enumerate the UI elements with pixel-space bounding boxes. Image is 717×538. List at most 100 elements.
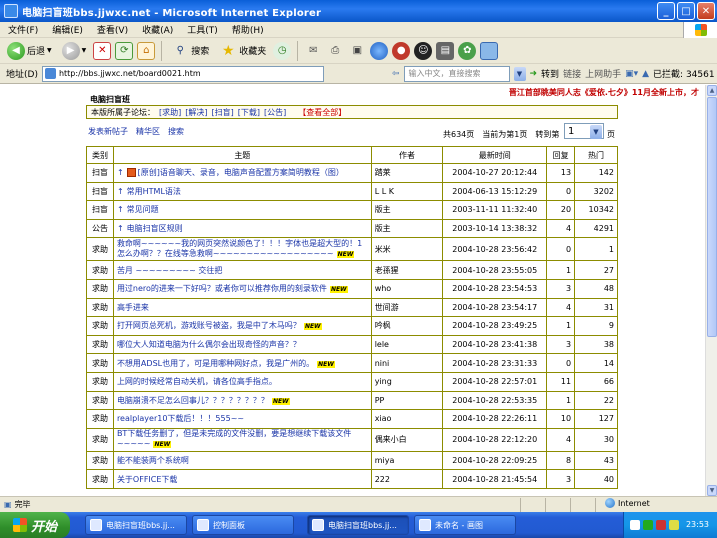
topic-author[interactable]: 偶来小白 [370,427,444,452]
subforum-link-basics[interactable]: [扫盲] [212,107,234,118]
calculator-icon[interactable]: ▤ [436,41,455,60]
topic-link[interactable]: 救命啊~~~~~~我的网页突然说颜色了！！！字体也是超大型的！1怎么办啊？？在线… [117,239,362,258]
helper-icon[interactable]: ▣▾ [625,69,638,79]
task-ie-2[interactable]: 电脑扫盲班bbs.jj... [307,515,409,535]
home-icon[interactable]: ⌂ [137,41,156,60]
chat-icon[interactable]: ✿ [458,41,477,60]
topic-author[interactable]: xiao [370,409,444,429]
menu-help[interactable]: 帮助(H) [232,23,264,36]
topic-author[interactable]: lele [370,334,444,355]
menu-favorites[interactable]: 收藏(A) [142,23,173,36]
task-paint[interactable]: 未命名 - 画图 [414,515,516,535]
marquee-text[interactable]: 晋江首部眺美同人志《爱依.七夕》11月全新上市，才 [509,87,699,98]
subforum-link-solved[interactable]: [解决] [185,107,207,118]
menu-edit[interactable]: 编辑(E) [52,23,83,36]
topic-link[interactable]: 苦月 ~~~~~~~~~ 交往把 [117,266,222,275]
chevron-down-icon[interactable]: ▼ [47,47,52,54]
scroll-down-icon[interactable]: ▼ [707,485,717,496]
topic-link[interactable]: 电脑崩溃不足怎么回事儿？？？？？？？？ [117,396,269,405]
topic-author[interactable]: L L K [370,181,444,202]
topic-type: 求助 [86,316,114,336]
address-url: http://bbs.jjwxc.net/board0021.htm [58,69,201,78]
menu-file[interactable]: 文件(F) [8,23,38,36]
helper-label[interactable]: 上网助手 [585,67,621,80]
search-hint-input[interactable]: 输入中文，直接搜索 [403,65,510,82]
tray-app-icon[interactable] [643,520,653,530]
refresh-icon[interactable]: ⟳ [115,41,134,60]
topic-author[interactable]: 世间游 [370,297,444,318]
topic-link[interactable]: 常用HTML语法 [127,187,181,196]
new-post-link[interactable]: 发表新帖子 [88,126,128,137]
topic-author[interactable]: 版主 [370,200,444,220]
digest-link[interactable]: 精华区 [136,126,160,137]
subforum-link-announce[interactable]: [公告] [264,107,286,118]
topic-author[interactable]: 222 [370,469,444,489]
topic-author[interactable]: ying [370,371,444,392]
topic-author[interactable]: 版主 [370,218,444,239]
media-icon[interactable]: ● [392,41,411,60]
messenger-icon[interactable] [370,41,389,60]
topic-link[interactable]: realplayer10下载后！！！555~~ [117,414,244,423]
subforum-link-download[interactable]: [下载] [238,107,260,118]
menu-tools[interactable]: 工具(T) [187,23,218,36]
topic-link[interactable]: 上网的时候经常自动关机，请各位高手指点。 [117,377,277,386]
topic-author[interactable]: 老孫猩 [370,260,444,280]
forward-button[interactable]: ▶ ▼ [59,40,90,62]
topic-title-cell: ↑ [原创]语音聊天、录音，电脑声音配置方案简明教程（图） [112,163,372,183]
qq-icon[interactable]: ☺ [414,41,433,60]
topic-author[interactable]: nini [370,353,444,373]
tray-volume-icon[interactable] [669,520,679,530]
search-link[interactable]: 搜索 [168,126,184,137]
tray-shield-icon[interactable] [656,520,666,530]
edit-icon[interactable]: ▣ [348,42,366,60]
clock[interactable]: 23:53 [686,520,709,529]
minimize-button[interactable]: _ [657,2,675,20]
vertical-scrollbar[interactable]: ▲ ▼ [705,85,717,496]
go-button[interactable]: 转到 [541,67,559,80]
topic-author[interactable]: 米米 [370,237,444,262]
menu-view[interactable]: 查看(V) [97,23,128,36]
topic-link[interactable]: 能不能装两个系统啊 [117,456,189,465]
links-label[interactable]: 链接 [563,67,581,80]
topic-link[interactable]: 高手进来 [117,303,149,312]
search-button[interactable]: ⚲ 搜索 [168,40,212,62]
chevron-down-icon[interactable]: ▼ [513,66,526,81]
topic-author[interactable]: 吟枫 [370,316,444,336]
topic-link[interactable]: 哪位大人知道电脑为什么偶尔会出现奇怪的声音？？ [117,340,301,349]
close-button[interactable]: ✕ [697,2,715,20]
window-icon[interactable] [480,41,499,60]
task-ie-1[interactable]: 电脑扫盲班bbs.jj... [85,515,187,535]
mail-icon[interactable]: ✉ [304,42,322,60]
chevron-down-icon[interactable]: ▼ [82,47,87,54]
topic-link[interactable]: 打开网页总死机，游戏账号被盗，我是中了木马吗？ [117,321,301,330]
stop-icon[interactable]: ✕ [93,41,112,60]
topic-link[interactable]: [原创]语音聊天、录音，电脑声音配置方案简明教程（图） [138,168,344,177]
topic-link[interactable]: 用过nero的进来一下好吗？或者你可以推荐你用的刻录软件 [117,284,327,293]
back-small-icon[interactable]: ⇦ [392,69,400,79]
topic-link[interactable]: 关于OFFICE下载 [117,475,178,484]
maximize-button[interactable]: □ [677,2,695,20]
print-icon[interactable]: ⎙ [326,42,344,60]
task-control-panel[interactable]: 控制面板 [192,515,294,535]
back-button[interactable]: ◀ 后退 ▼ [4,40,55,62]
subforum-link-help[interactable]: [求助] [159,107,181,118]
history-icon[interactable]: ◷ [273,41,292,60]
start-button[interactable]: 开始 [0,512,70,538]
address-input[interactable]: http://bbs.jjwxc.net/board0021.htm [41,65,324,82]
topic-author[interactable]: PP [370,390,444,411]
tray-network-icon[interactable] [630,520,640,530]
scroll-thumb[interactable] [707,97,717,337]
page-select[interactable]: 1 ▼ [564,123,604,139]
topic-author[interactable]: who [370,278,444,299]
chevron-down-icon[interactable]: ▼ [590,125,602,139]
task-label: 电脑扫盲班bbs.jj... [328,520,397,530]
topic-author[interactable]: 踏莱 [370,163,444,183]
topic-link[interactable]: 常见问题 [127,205,159,214]
topic-link[interactable]: 不想用ADSL也用了，可是用哪种网好点，我是广州的。 [117,359,314,368]
favorites-button[interactable]: ★ 收藏夹 [216,40,269,62]
view-all-link[interactable]: 【查看全部】 [298,107,346,118]
go-arrow-icon[interactable]: ➜ [530,69,538,79]
scroll-up-icon[interactable]: ▲ [707,85,717,96]
topic-link[interactable]: 电脑扫盲区规则 [127,224,183,233]
topic-author[interactable]: miya [370,450,444,471]
